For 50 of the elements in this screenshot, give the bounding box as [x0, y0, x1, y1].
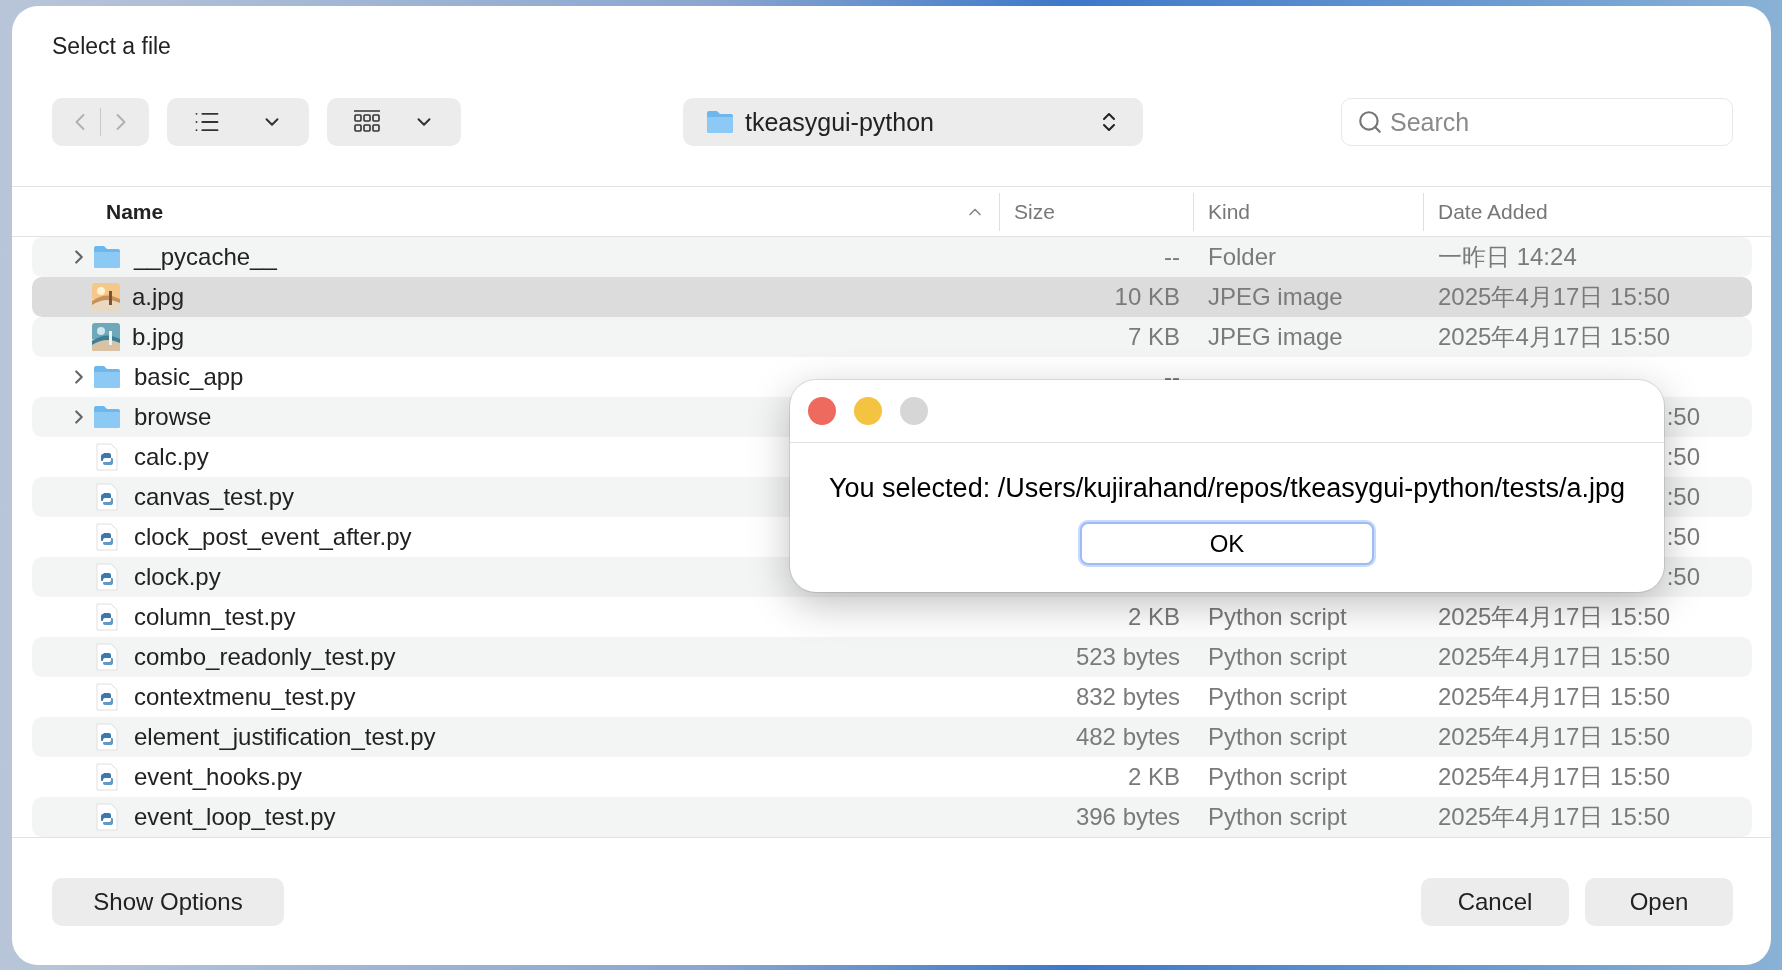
date-added: 2025年4月17日 15:50 [1438, 643, 1671, 671]
file-name: a.jpg [132, 283, 185, 312]
file-name: column_test.py [134, 603, 296, 632]
date-added: 2025年4月17日 15:50 [1438, 323, 1671, 351]
file-name: combo_readonly_test.py [134, 643, 396, 672]
file-kind: Python script [1208, 643, 1347, 671]
date-added: 2025年4月17日 15:50 [1438, 803, 1671, 831]
file-size: -- [1164, 363, 1180, 391]
file-name: element_justification_test.py [134, 723, 436, 752]
file-kind: Folder [1208, 243, 1277, 271]
date-added: 2025年4月17日 15:50 [1438, 683, 1671, 711]
date-added: :50 [1666, 523, 1700, 551]
file-name: __pycache__ [134, 243, 277, 272]
file-kind: Python script [1208, 803, 1347, 831]
file-kind: Python script [1208, 683, 1347, 711]
file-kind: Python script [1208, 723, 1347, 751]
file-name: b.jpg [132, 323, 185, 352]
file-name: clock.py [134, 563, 221, 592]
date-added: 一昨日 14:24 [1438, 243, 1577, 271]
window-title: Select a file [51, 32, 172, 60]
file-size: 523 bytes [1075, 643, 1180, 671]
date-added: 2025年4月17日 15:50 [1438, 763, 1671, 791]
file-name: event_hooks.py [134, 763, 303, 792]
date-added: 2025年4月17日 15:50 [1438, 723, 1671, 751]
file-size: 2 KB [1127, 603, 1180, 631]
file-size: 7 KB [1127, 323, 1180, 351]
file-kind: Python script [1208, 603, 1347, 631]
dialog-message: You selected: /Users/kujirahand/repos/tkeasygui-python/tests/a.jpg [829, 473, 1625, 504]
file-name: clock_post_event_after.py [134, 523, 412, 552]
file-name: browse [134, 403, 212, 432]
date-added: :50 [1666, 443, 1700, 471]
file-name: basic_app [134, 363, 244, 392]
file-name: calc.py [134, 443, 209, 472]
file-kind: JPEG image [1208, 283, 1343, 311]
date-added: :50 [1666, 563, 1700, 591]
date-added: 2025年4月17日 15:50 [1438, 283, 1671, 311]
file-size: -- [1164, 243, 1180, 271]
file-name: event_loop_test.py [134, 803, 336, 832]
date-added: :50 [1666, 483, 1700, 511]
file-name: contextmenu_test.py [134, 683, 356, 712]
date-added: 2025年4月17日 15:50 [1438, 603, 1671, 631]
date-added: :50 [1666, 403, 1700, 431]
file-size: 10 KB [1114, 283, 1180, 311]
file-kind: JPEG image [1208, 323, 1343, 351]
file-size: 482 bytes [1075, 723, 1180, 751]
file-size: 396 bytes [1075, 803, 1180, 831]
file-name: canvas_test.py [134, 483, 295, 512]
file-size: 832 bytes [1075, 683, 1180, 711]
file-size: 2 KB [1127, 763, 1180, 791]
file-kind: Python script [1208, 763, 1347, 791]
